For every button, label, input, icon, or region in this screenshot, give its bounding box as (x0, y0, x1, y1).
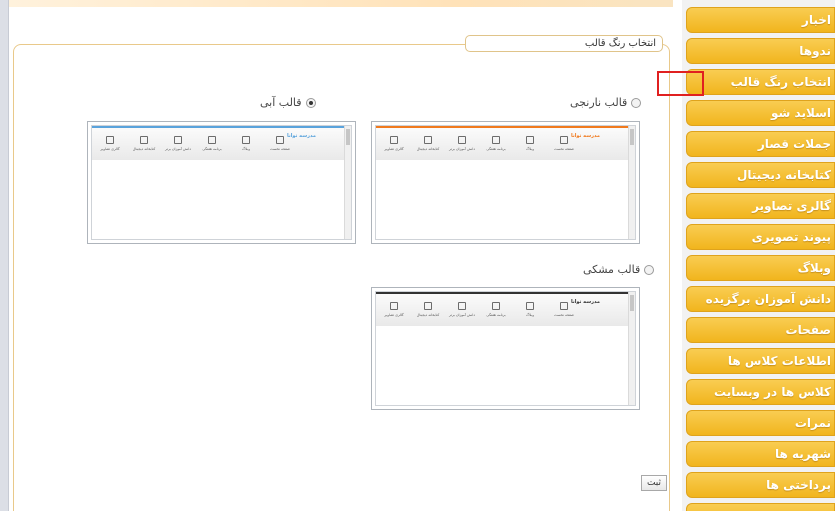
home-icon (560, 302, 568, 310)
thumb-scrollbar (628, 292, 635, 405)
sidebar-item[interactable]: اطلاعات کلاس ها (686, 348, 835, 374)
theme-settings-panel (13, 44, 670, 511)
home-icon (560, 136, 568, 144)
flask-icon (140, 136, 148, 144)
thumb-nav-item: برنامه هفتگی (198, 136, 226, 151)
sidebar-item[interactable]: ارتباط با والدین (686, 503, 835, 511)
theme-label-orange: قالب نارنجی (570, 96, 628, 109)
thumb-blue[interactable]: مدرسه توانا صفحه نخست وبلاگ برنامه هفتگی دا… (87, 121, 356, 244)
thumb-nav-item: گالری تصاویر (96, 136, 124, 151)
document-icon (242, 136, 250, 144)
thumb-nav-label: گالری تصاویر (384, 313, 404, 317)
radio-orange[interactable] (631, 97, 642, 108)
file-icon (174, 136, 182, 144)
thumb-nav-label: وبلاگ (242, 147, 250, 151)
thumb-black[interactable]: مدرسه توانا صفحه نخست وبلاگ برنامه هفتگی دا… (371, 287, 640, 410)
thumb-nav-item: وبلاگ (516, 136, 544, 151)
sidebar-item[interactable]: دانش آموزان برگزیده (686, 286, 835, 312)
image-icon (106, 136, 114, 144)
highlight-box (657, 71, 704, 96)
calendar-icon (492, 302, 500, 310)
radio-black[interactable] (644, 264, 655, 275)
sidebar-item[interactable]: گالری تصاویر (686, 193, 835, 219)
sidebar-item[interactable]: ندوها (686, 38, 835, 64)
sidebar-item[interactable]: صفحات (686, 317, 835, 343)
thumb-nav-item: صفحه نخست (266, 136, 294, 151)
sidebar-item[interactable]: کتابخانه دیجیتال (686, 162, 835, 188)
left-edge (0, 0, 9, 511)
theme-label-black: قالب مشکی (583, 263, 641, 276)
image-icon (390, 136, 398, 144)
radio-blue[interactable] (305, 97, 316, 108)
thumb-nav-item: گالری تصاویر (380, 302, 408, 317)
thumb-nav-item: کتابخانه دیجیتال (130, 136, 158, 151)
theme-option-black[interactable]: قالب مشکی (583, 263, 655, 276)
sidebar-item[interactable]: کلاس ها در وبسایت (686, 379, 835, 405)
sidebar-menu: اخبار ندوها انتخاب رنگ قالب اسلاید شو جملات … (686, 7, 835, 511)
thumb-nav-item: وبلاگ (232, 136, 260, 151)
thumb-nav-item: برنامه هفتگی (482, 302, 510, 317)
section-title: انتخاب رنگ قالب (465, 35, 663, 52)
thumb-nav-item: دانش آموزان برتر (164, 136, 192, 151)
thumb-nav-label: دانش آموزان برتر (449, 147, 475, 151)
thumb-nav-item: وبلاگ (516, 302, 544, 317)
thumb-nav-label: صفحه نخست (270, 147, 290, 151)
thumb-nav-item: صفحه نخست (550, 136, 578, 151)
sidebar-item[interactable]: پرداختی ها (686, 472, 835, 498)
calendar-icon (208, 136, 216, 144)
thumb-nav-label: گالری تصاویر (384, 147, 404, 151)
thumb-nav-label: برنامه هفتگی (486, 313, 506, 317)
thumb-nav-label: وبلاگ (526, 313, 534, 317)
calendar-icon (492, 136, 500, 144)
thumb-nav-label: وبلاگ (526, 147, 534, 151)
thumb-scrollbar (628, 126, 635, 239)
thumb-nav-label: صفحه نخست (554, 313, 574, 317)
flask-icon (424, 136, 432, 144)
thumb-nav-label: دانش آموزان برتر (165, 147, 191, 151)
thumb-header-orange: مدرسه توانا صفحه نخست وبلاگ برنامه هفتگی دا… (376, 126, 628, 160)
file-icon (458, 136, 466, 144)
thumb-nav-item: کتابخانه دیجیتال (414, 136, 442, 151)
sidebar-item[interactable]: نمرات (686, 410, 835, 436)
theme-option-blue[interactable]: قالب آبی (260, 96, 316, 109)
thumb-icons: صفحه نخست وبلاگ برنامه هفتگی دانش آموزان بر… (380, 302, 578, 317)
theme-label-blue: قالب آبی (260, 96, 302, 109)
theme-option-orange[interactable]: قالب نارنجی (570, 96, 642, 109)
home-icon (276, 136, 284, 144)
flask-icon (424, 302, 432, 310)
thumb-nav-item: گالری تصاویر (380, 136, 408, 151)
sidebar-item[interactable]: اخبار (686, 7, 835, 33)
sidebar-item[interactable]: اسلاید شو (686, 100, 835, 126)
thumb-nav-label: کتابخانه دیجیتال (132, 147, 156, 151)
thumb-icons: صفحه نخست وبلاگ برنامه هفتگی دانش آموزان بر… (96, 136, 294, 151)
thumb-nav-item: دانش آموزان برتر (448, 136, 476, 151)
sidebar-item[interactable]: پیوند تصویری (686, 224, 835, 250)
image-icon (390, 302, 398, 310)
thumb-nav-label: کتابخانه دیجیتال (416, 313, 440, 317)
thumb-nav-item: دانش آموزان برتر (448, 302, 476, 317)
thumb-nav-label: دانش آموزان برتر (449, 313, 475, 317)
thumb-nav-label: گالری تصاویر (100, 147, 120, 151)
thumb-nav-label: برنامه هفتگی (486, 147, 506, 151)
thumb-nav-item: صفحه نخست (550, 302, 578, 317)
thumb-nav-label: صفحه نخست (554, 147, 574, 151)
thumb-icons: صفحه نخست وبلاگ برنامه هفتگی دانش آموزان بر… (380, 136, 578, 151)
sidebar-item[interactable]: وبلاگ (686, 255, 835, 281)
sidebar-item[interactable]: شهریه ها (686, 441, 835, 467)
thumb-orange[interactable]: مدرسه توانا صفحه نخست وبلاگ برنامه هفتگی دا… (371, 121, 640, 244)
file-icon (458, 302, 466, 310)
sidebar-item[interactable]: جملات قصار (686, 131, 835, 157)
document-icon (526, 136, 534, 144)
thumb-header-blue: مدرسه توانا صفحه نخست وبلاگ برنامه هفتگی دا… (92, 126, 344, 160)
submit-button[interactable]: ثبت (641, 475, 667, 491)
thumb-nav-item: کتابخانه دیجیتال (414, 302, 442, 317)
document-icon (526, 302, 534, 310)
thumb-header-black: مدرسه توانا صفحه نخست وبلاگ برنامه هفتگی دا… (376, 292, 628, 326)
thumb-nav-item: برنامه هفتگی (482, 136, 510, 151)
sidebar-item[interactable]: انتخاب رنگ قالب (686, 69, 835, 95)
thumb-scrollbar (344, 126, 351, 239)
thumb-nav-label: برنامه هفتگی (202, 147, 222, 151)
thumb-nav-label: کتابخانه دیجیتال (416, 147, 440, 151)
